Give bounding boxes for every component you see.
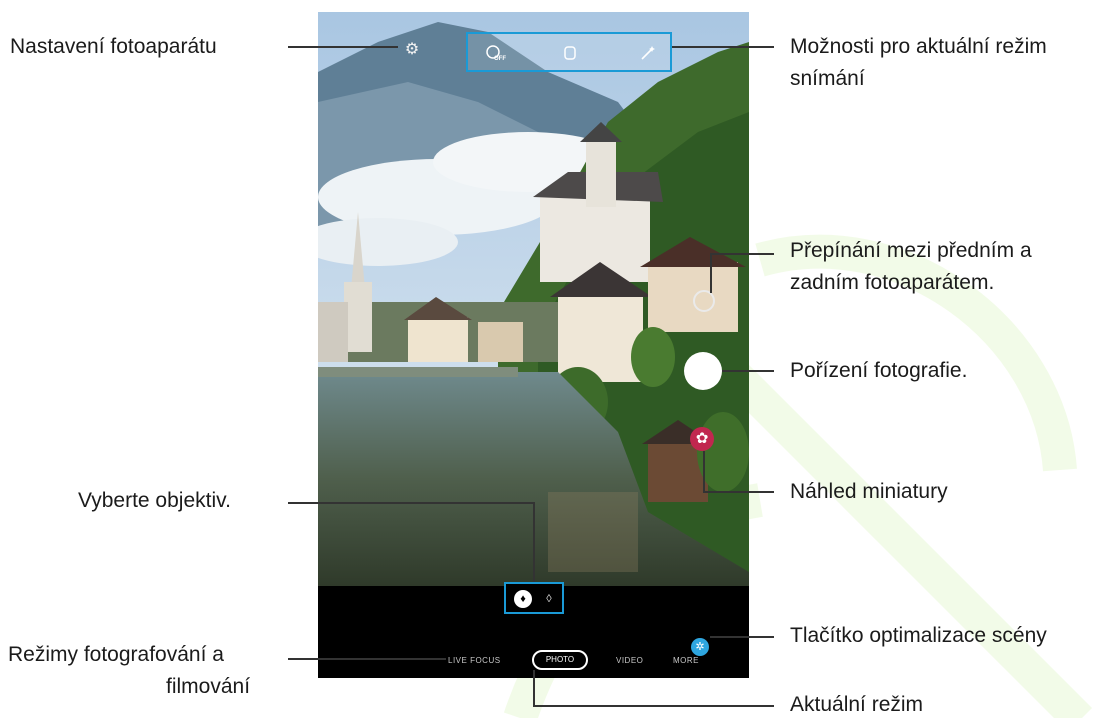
callout-line-preview [703,491,774,493]
callout-line-switch [712,253,774,255]
magic-wand-icon[interactable] [638,43,658,63]
gear-icon[interactable]: ⚙ [402,40,422,60]
mode-photo-current[interactable]: PHOTO [532,650,588,670]
timer-icon[interactable] [560,43,580,63]
callout-line-switch-v [710,253,712,293]
mode-live-focus[interactable]: LIVE FOCUS [448,656,501,665]
label-modes-1: Režimy fotografování a [8,643,224,666]
callout-line-modes [288,658,446,660]
label-lens: Vyberte objektiv. [78,489,231,512]
callout-line-scene [710,636,774,638]
label-options-1: Možnosti pro aktuální režim [790,35,1047,58]
label-shutter: Pořízení fotografie. [790,359,968,382]
label-settings: Nastavení fotoaparátu [10,35,217,58]
label-current-mode: Aktuální režim [790,693,924,716]
label-switch-1: Přepínání mezi předním a [790,239,1032,262]
label-preview: Náhled miniatury [790,480,948,503]
ultra-wide-lens-icon[interactable]: ◊ [540,590,558,608]
callout-line-settings [288,46,398,48]
mode-more[interactable]: MORE [673,656,699,665]
label-scene-optimizer: Tlačítko optimalizace scény [790,624,1047,647]
flash-off-label: OFF [494,56,506,62]
mode-video[interactable]: VIDEO [616,656,643,665]
callout-line-options [672,46,774,48]
viewfinder-photo [318,12,749,586]
label-options-2: snímání [790,67,865,90]
callout-line-lens [288,502,535,504]
scene-optimizer-icon[interactable]: ✲ [691,638,709,656]
callout-line-current [533,705,774,707]
label-modes-2: filmování [166,675,251,698]
callout-line-lens-v [533,502,535,582]
label-switch-2: zadním fotoaparátem. [790,271,995,294]
lens-selector: ♦ ◊ [504,582,564,614]
switch-camera-icon[interactable] [693,290,715,312]
shooting-options-toolbar: OFF [466,32,672,72]
flower-icon[interactable]: ✿ [690,427,714,451]
callout-line-current-v [533,670,535,706]
callout-line-shutter [722,370,774,372]
wide-lens-icon[interactable]: ♦ [514,590,532,608]
callout-line-preview-v [703,451,705,493]
shutter-button[interactable] [684,352,722,390]
